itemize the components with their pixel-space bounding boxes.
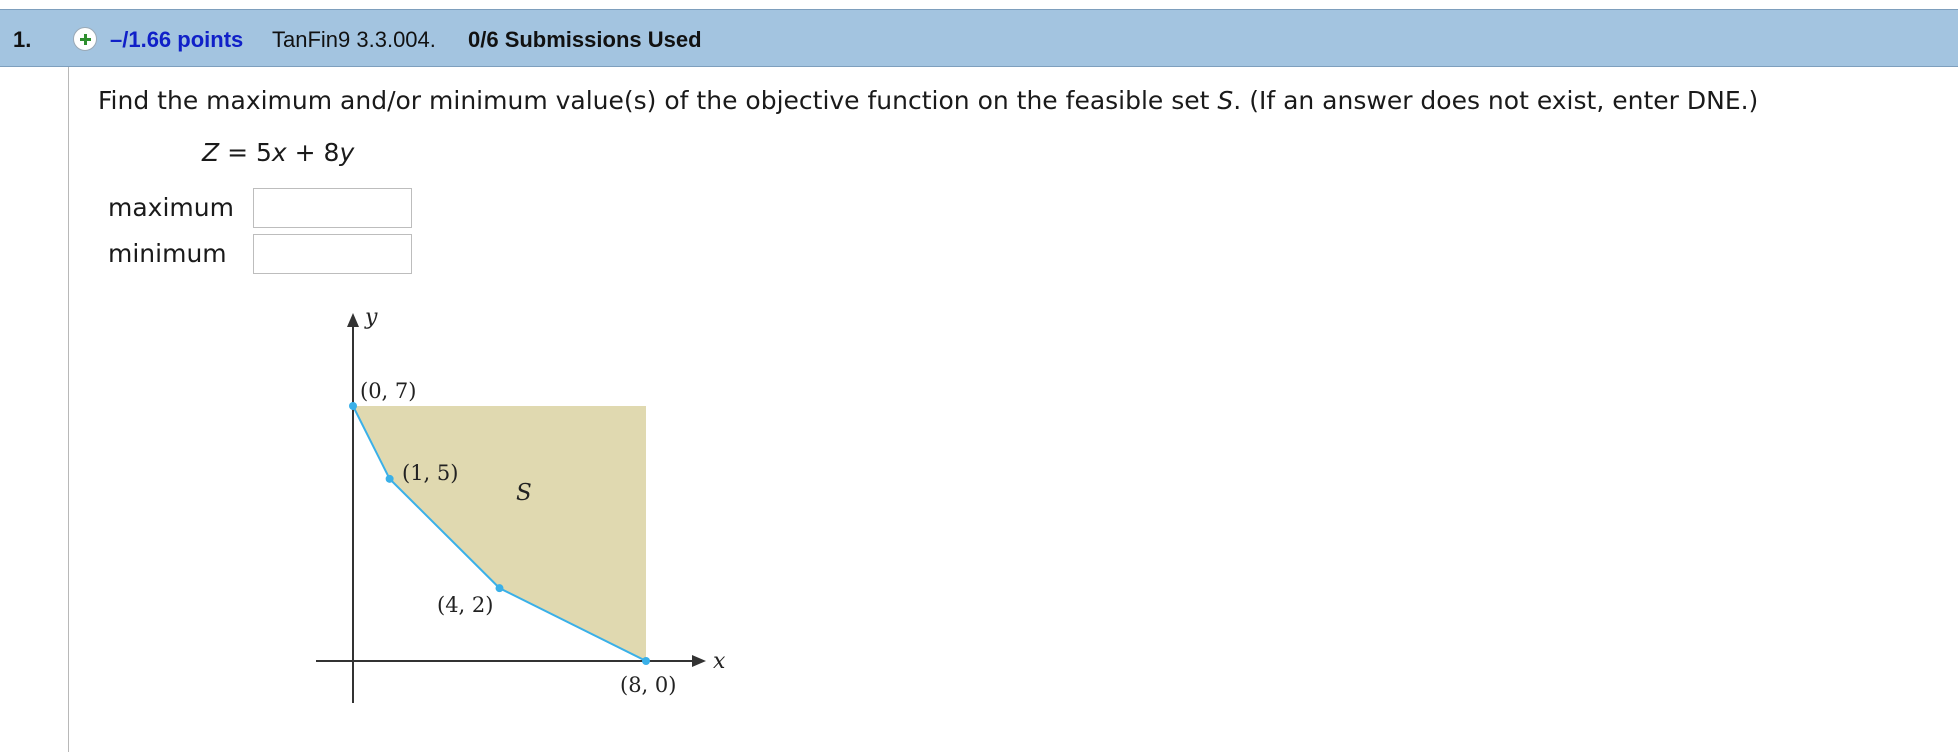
objective-function: Z = 5x + 8y <box>202 138 354 167</box>
minimum-label: minimum <box>108 239 227 268</box>
formula-eq: = 5 <box>219 138 272 167</box>
formula-z: Z <box>202 138 220 167</box>
vertex-point-1 <box>385 474 394 483</box>
feasible-set-graph: x y (0, 7) (1, 5) (4, 2) (8, 0) S <box>316 305 726 703</box>
region-label: S <box>516 480 532 506</box>
question-text: Find the maximum and/or minimum value(s)… <box>98 86 1758 115</box>
left-divider <box>68 67 69 752</box>
y-axis-arrow <box>347 313 359 327</box>
question-text-start: Find the maximum and/or minimum value(s)… <box>98 86 1218 115</box>
question-text-end: . (If an answer does not exist, enter DN… <box>1233 86 1759 115</box>
vertex-point-3 <box>642 657 650 665</box>
vertex-point-2 <box>495 584 504 593</box>
feasible-region <box>353 406 646 661</box>
question-number: 1. <box>13 27 32 52</box>
formula-y: y <box>339 138 355 167</box>
question-header: 1. –/1.66 points TanFin9 3.3.004. 0/6 Su… <box>0 9 1958 67</box>
minimum-input[interactable] <box>253 234 412 274</box>
question-source: TanFin9 3.3.004. <box>272 27 436 52</box>
x-axis-label: x <box>713 649 726 674</box>
vertex-label-8-0: (8, 0) <box>620 673 676 697</box>
formula-x: x <box>271 138 287 167</box>
formula-plus: + 8 <box>286 138 340 167</box>
points-link[interactable]: –/1.66 points <box>110 27 243 53</box>
maximum-input[interactable] <box>253 188 412 228</box>
y-axis-label: y <box>364 305 378 330</box>
vertex-label-4-2: (4, 2) <box>437 593 493 617</box>
plus-circle-icon[interactable] <box>73 27 97 51</box>
submissions-used: 0/6 Submissions Used <box>468 27 702 52</box>
maximum-label: maximum <box>108 193 234 222</box>
vertex-label-0-7: (0, 7) <box>360 379 416 403</box>
x-axis-arrow <box>692 655 706 667</box>
vertex-label-1-5: (1, 5) <box>402 461 458 485</box>
vertex-point-0 <box>349 402 357 410</box>
set-name: S <box>1217 86 1234 115</box>
